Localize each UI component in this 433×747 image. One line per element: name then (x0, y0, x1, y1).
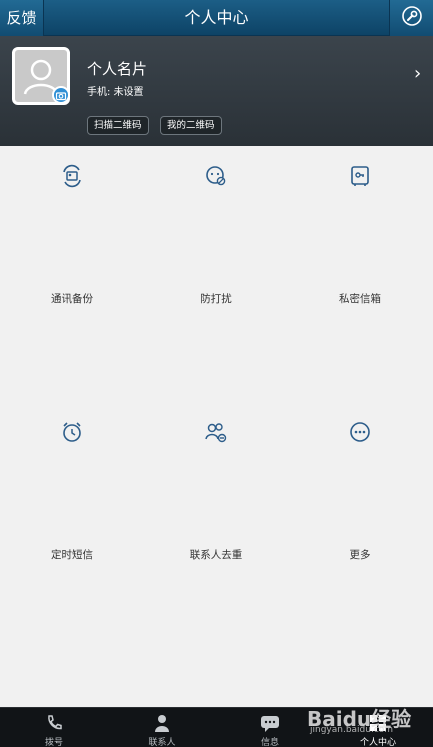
grid-item-scheduled-sms[interactable]: 定时短信 (0, 402, 144, 658)
person-icon (151, 712, 173, 734)
grid-item-contacts-backup[interactable]: 通讯备份 (0, 146, 144, 402)
scan-qr-button[interactable]: 扫描二维码 (87, 116, 149, 135)
contacts-backup-icon (60, 164, 84, 188)
phone-icon (43, 712, 65, 734)
feedback-button[interactable]: 反馈 (0, 0, 44, 36)
grid-item-private-mailbox[interactable]: 私密信箱 (288, 146, 432, 402)
profile-phone: 手机: 未设置 (87, 87, 144, 98)
grid-item-label: 防打扰 (200, 293, 232, 305)
profile-name: 个人名片 (87, 60, 148, 78)
grid-item-label: 更多 (349, 549, 371, 561)
alarm-clock-icon (60, 420, 84, 444)
grid-item-label: 定时短信 (51, 549, 93, 561)
profile-card[interactable]: 个人名片 手机: 未设置 › 扫描二维码 我的二维码 (0, 36, 433, 146)
grid-item-more[interactable]: 更多 (288, 402, 432, 658)
tab-label: 联系人 (148, 738, 176, 747)
wrench-icon (401, 5, 423, 31)
grid-item-label: 通讯备份 (51, 293, 93, 305)
grid-item-do-not-disturb[interactable]: 防打扰 (144, 146, 288, 402)
camera-icon[interactable] (52, 86, 70, 104)
page-title: 个人中心 (184, 8, 249, 27)
app-root: 反馈 个人中心 个人名片 手机: 未设置 › 扫描二维码 我的二维码 通讯备份 … (0, 0, 433, 747)
my-qr-button[interactable]: 我的二维码 (160, 116, 222, 135)
tab-dial[interactable]: 拨号 (0, 708, 108, 747)
message-icon (259, 712, 281, 734)
top-bar: 反馈 个人中心 (0, 0, 433, 36)
grid-item-dedupe-contacts[interactable]: 联系人去重 (144, 402, 288, 658)
more-icon (348, 420, 372, 444)
feature-grid: 通讯备份 防打扰 私密信箱 定时短信 联系人去重 更多 (0, 146, 433, 706)
private-mailbox-icon (348, 164, 372, 188)
watermark-url: jingyan.baidu.com (310, 725, 394, 735)
dedupe-contacts-icon (204, 420, 228, 444)
tab-label: 拨号 (44, 738, 63, 747)
grid-item-label: 联系人去重 (189, 549, 243, 561)
settings-button[interactable] (389, 0, 433, 36)
grid-item-label: 私密信箱 (339, 293, 381, 305)
tab-contacts[interactable]: 联系人 (108, 708, 216, 747)
chevron-right-icon[interactable]: › (414, 63, 421, 84)
tab-label: 个人中心 (359, 738, 396, 747)
do-not-disturb-icon (204, 164, 228, 188)
tab-label: 信息 (260, 738, 279, 747)
